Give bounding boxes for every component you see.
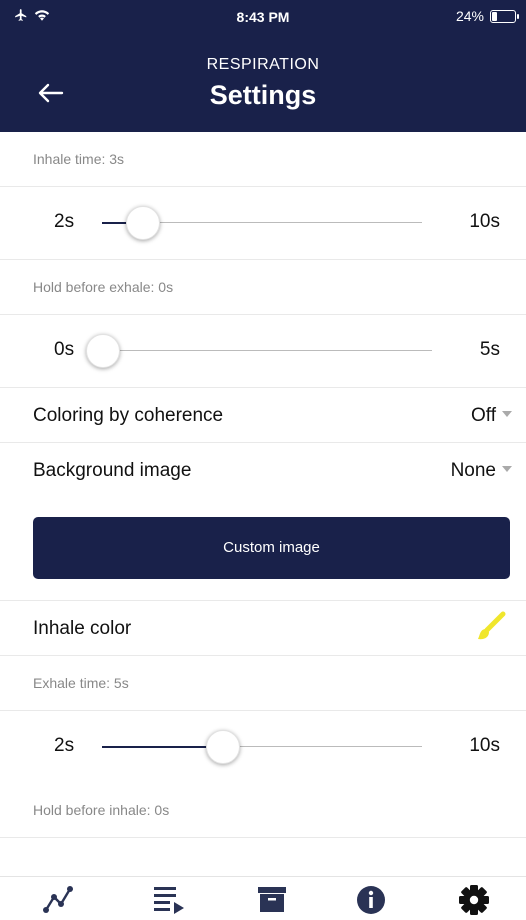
slider-max-label: 5s — [479, 339, 500, 360]
hold-inhale-label: Hold before inhale: 0s — [33, 802, 170, 818]
hold-exhale-slider[interactable]: 0s 5s — [0, 315, 526, 388]
hold-exhale-row: Hold before exhale: 0s — [0, 260, 526, 315]
inhale-time-row: Inhale time: 3s — [0, 132, 526, 187]
exhale-time-label: Exhale time: 5s — [33, 675, 129, 691]
slider-max-label: 10s — [469, 211, 500, 232]
status-bar: 8:43 PM 24% — [0, 0, 526, 34]
tab-settings[interactable] — [456, 883, 496, 915]
slider-min-label: 2s — [54, 735, 75, 756]
header: 8:43 PM 24% RESPIRATION Settings — [0, 0, 526, 132]
settings-icon — [459, 885, 489, 915]
settings-list: Inhale time: 3s 2s 10s Hold before exhal… — [0, 132, 526, 838]
exhale-time-row: Exhale time: 5s — [0, 656, 526, 711]
header-subtitle: RESPIRATION — [206, 56, 320, 73]
chart-icon — [43, 886, 73, 913]
background-dropdown[interactable]: None — [451, 460, 512, 482]
coloring-select[interactable]: Coloring by coherence Off — [0, 388, 526, 443]
tab-bar — [0, 876, 526, 918]
slider-thumb[interactable] — [86, 334, 120, 368]
hold-inhale-row: Hold before inhale: 0s — [0, 783, 526, 838]
info-icon — [357, 886, 385, 914]
slider-track[interactable] — [102, 745, 422, 748]
slider-thumb[interactable] — [206, 730, 240, 764]
slider-max-label: 10s — [469, 735, 500, 756]
coloring-label: Coloring by coherence — [33, 405, 224, 426]
inhale-time-label: Inhale time: 3s — [33, 151, 125, 167]
background-select[interactable]: Background image None — [0, 443, 526, 497]
battery-icon — [490, 9, 519, 23]
custom-image-row: Custom image — [0, 497, 526, 601]
tab-chart[interactable] — [40, 883, 80, 915]
page-title: Settings — [209, 80, 317, 110]
background-label: Background image — [33, 460, 192, 481]
caret-down-icon — [502, 410, 512, 417]
tab-info[interactable] — [353, 883, 393, 915]
playlist-icon — [154, 887, 184, 914]
exhale-time-slider[interactable]: 2s 10s — [0, 711, 526, 783]
inhale-time-slider[interactable]: 2s 10s — [0, 187, 526, 260]
slider-thumb[interactable] — [126, 206, 160, 240]
slider-min-label: 2s — [54, 211, 75, 232]
coloring-value: Off — [471, 405, 496, 426]
tab-playlist[interactable] — [151, 883, 191, 915]
slider-track[interactable] — [100, 350, 432, 351]
tab-archive[interactable] — [254, 883, 294, 915]
background-value: None — [450, 460, 496, 481]
status-time: 8:43 PM — [236, 9, 290, 25]
paintbrush-icon[interactable] — [472, 611, 506, 650]
hold-exhale-label: Hold before exhale: 0s — [33, 279, 174, 295]
slider-min-label: 0s — [54, 339, 75, 360]
inhale-color-row[interactable]: Inhale color — [0, 601, 526, 656]
coloring-dropdown[interactable]: Off — [471, 405, 512, 427]
status-right: 24% — [455, 8, 519, 24]
inhale-color-label: Inhale color — [33, 618, 132, 639]
custom-image-button[interactable]: Custom image — [33, 517, 510, 579]
archive-icon — [258, 887, 286, 912]
caret-down-icon — [502, 465, 512, 472]
battery-percent: 24% — [455, 8, 484, 24]
